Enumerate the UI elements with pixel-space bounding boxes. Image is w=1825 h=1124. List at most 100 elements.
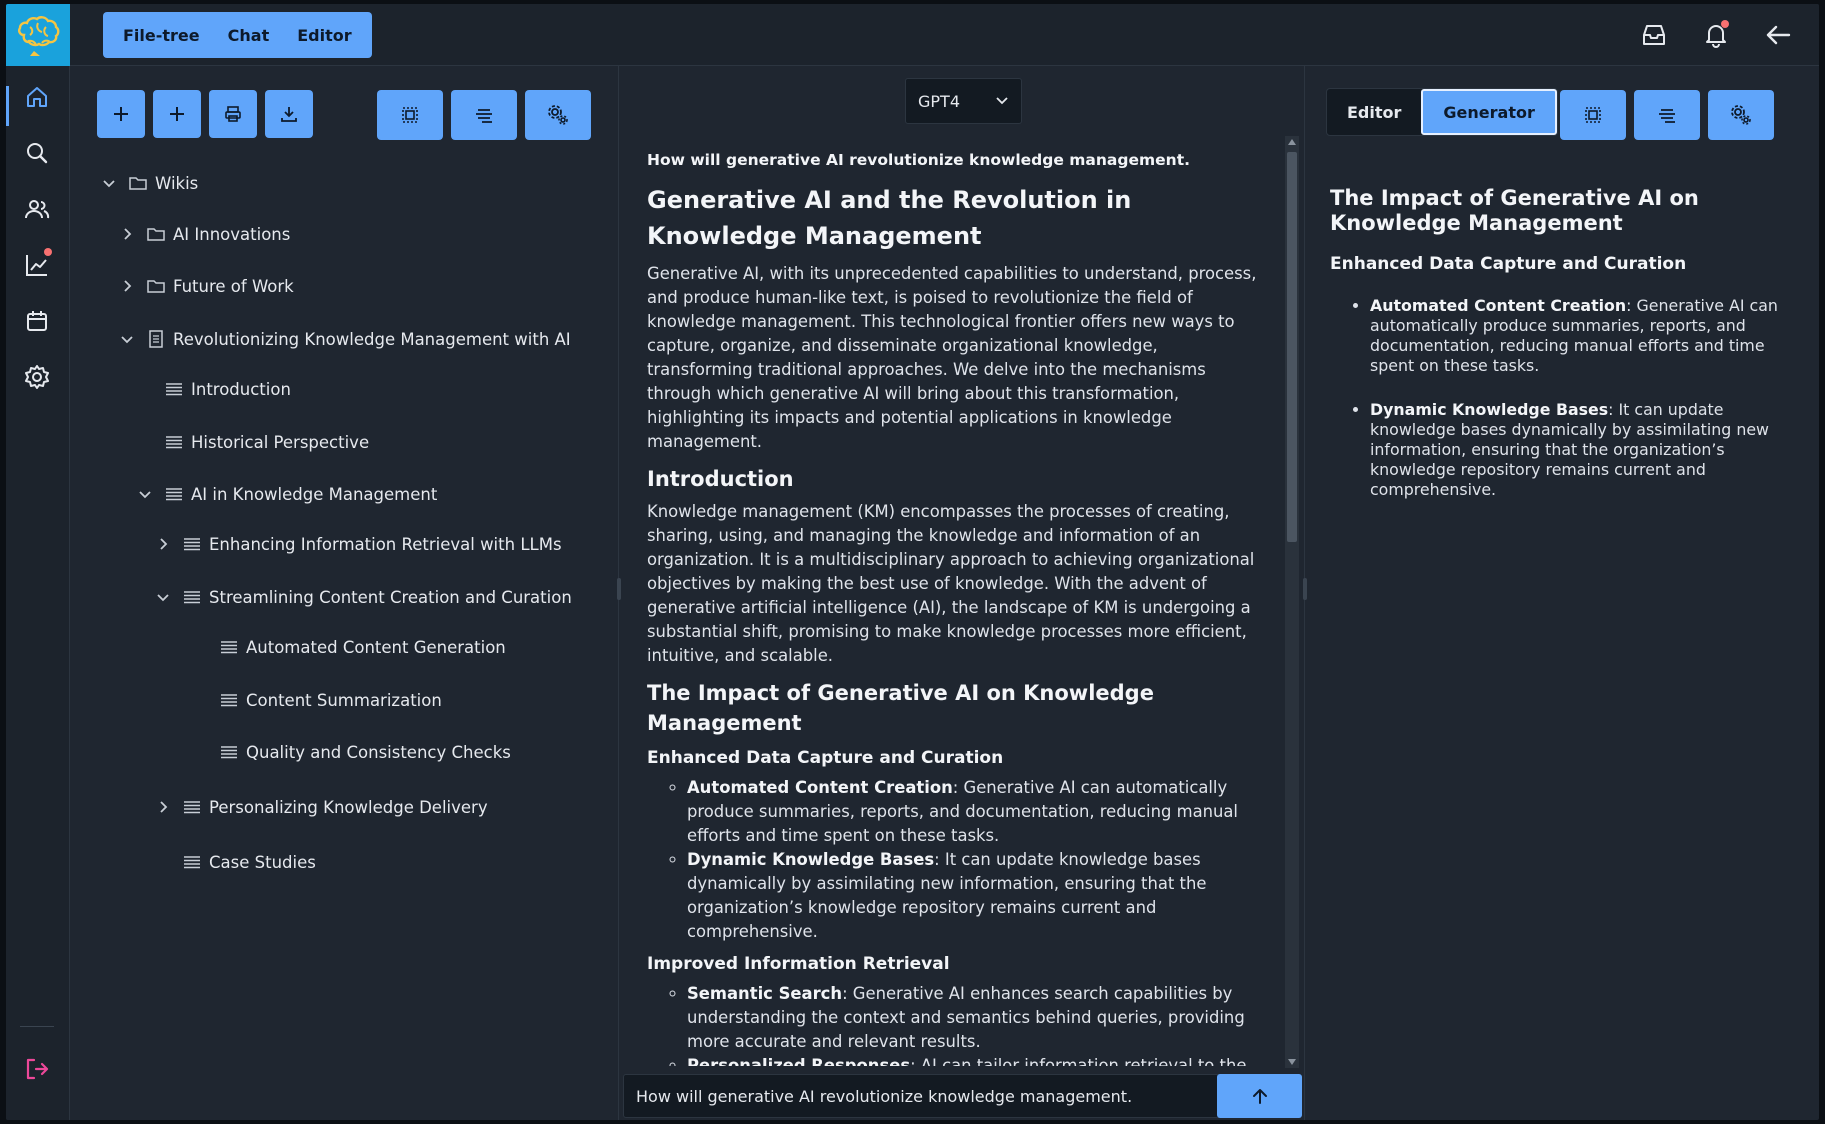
select-all-button[interactable] (1560, 90, 1626, 140)
tree-node-label: Enhancing Information Retrieval with LLM… (209, 534, 562, 554)
text-lines-icon (165, 433, 183, 451)
tree-node-label: Content Summarization (246, 690, 442, 710)
scroll-up-arrow-icon[interactable] (1288, 139, 1296, 145)
response-title: Generative AI and the Revolution in Know… (647, 186, 1132, 250)
tab-editor[interactable]: Editor (283, 26, 365, 45)
add-child-button[interactable] (153, 90, 201, 138)
top-nav-tabs: File-tree Chat Editor (103, 12, 372, 58)
scrollbar-thumb[interactable] (1287, 152, 1297, 542)
select-all-button[interactable] (377, 90, 443, 140)
bell-icon[interactable] (1699, 18, 1733, 52)
settings-icon[interactable] (20, 360, 54, 394)
calendar-icon[interactable] (20, 304, 54, 338)
chevron-down-icon[interactable] (137, 486, 153, 502)
tree-node-label: Streamlining Content Creation and Curati… (209, 587, 572, 607)
brain-logo-icon[interactable] (6, 4, 70, 66)
tree-node-quality-checks[interactable]: Quality and Consistency Checks (220, 737, 511, 767)
download-button[interactable] (265, 90, 313, 138)
tree-settings-button[interactable] (525, 90, 591, 140)
list-item: Semantic Search: Generative AI enhances … (687, 982, 1263, 1054)
tree-node-label: Introduction (191, 379, 291, 399)
model-select[interactable]: GPT4 (905, 78, 1022, 124)
analytics-icon[interactable] (20, 248, 54, 282)
list-item-term: Semantic Search (687, 984, 843, 1003)
tree-node-enhancing-retrieval[interactable]: Enhancing Information Retrieval with LLM… (155, 529, 562, 559)
list-item-term: Dynamic Knowledge Bases (1370, 400, 1609, 419)
tree-node-automated-content[interactable]: Automated Content Generation (220, 632, 506, 662)
align-button[interactable] (451, 90, 517, 140)
folder-icon (147, 225, 165, 243)
subsection-heading-capture: Enhanced Data Capture and Curation (647, 748, 1004, 768)
chevron-right-icon[interactable] (119, 226, 135, 242)
chat-panel: GPT4 How will generative AI revolutioniz… (620, 66, 1307, 1120)
chevron-right-icon[interactable] (155, 536, 171, 552)
rail-divider (20, 1026, 54, 1027)
users-icon[interactable] (20, 192, 54, 226)
inbox-icon[interactable] (1637, 18, 1671, 52)
folder-icon (147, 277, 165, 295)
chevron-down-icon[interactable] (101, 175, 117, 191)
home-icon[interactable] (20, 80, 54, 114)
chevron-right-icon[interactable] (155, 799, 171, 815)
tree-node-introduction[interactable]: Introduction (165, 374, 291, 404)
chevron-down-icon[interactable] (155, 589, 171, 605)
text-lines-icon (165, 380, 183, 398)
add-button[interactable] (97, 90, 145, 138)
text-lines-icon (183, 535, 201, 553)
tree-node-wikis[interactable]: Wikis (101, 168, 198, 198)
scroll-down-arrow-icon[interactable] (1288, 1059, 1296, 1065)
model-select-value: GPT4 (918, 91, 960, 111)
capture-list: Automated Content Creation: Generative A… (647, 776, 1263, 944)
search-icon[interactable] (20, 136, 54, 170)
response-paragraph: Generative AI, with its unprecedented ca… (647, 264, 1257, 451)
tree-node-ai-in-km[interactable]: AI in Knowledge Management (137, 479, 437, 509)
tree-node-case-studies[interactable]: Case Studies (183, 847, 316, 877)
tree-node-revolutionizing-km[interactable]: Revolutionizing Knowledge Management wit… (119, 324, 571, 354)
document-icon (147, 330, 165, 348)
print-button[interactable] (209, 90, 257, 138)
chat-input[interactable]: How will generative AI revolutionize kno… (623, 1074, 1220, 1118)
tree-node-label: Personalizing Knowledge Delivery (209, 797, 488, 817)
tree-node-future-of-work[interactable]: Future of Work (119, 271, 294, 301)
chevron-down-icon (995, 92, 1009, 111)
generated-list: Automated Content Creation: Generative A… (1330, 296, 1800, 500)
arrow-up-icon (1252, 1089, 1267, 1104)
tree-node-label: Future of Work (173, 276, 294, 296)
editor-mode-button[interactable]: Editor (1327, 89, 1421, 135)
tree-node-label: Wikis (155, 173, 199, 193)
back-arrow-icon[interactable] (1761, 18, 1795, 52)
left-rail (6, 66, 70, 1120)
app-window: File-tree Chat Editor Wikis AI Innovatio… (6, 4, 1819, 1120)
text-lines-icon (183, 853, 201, 871)
text-lines-icon (220, 743, 238, 761)
chevron-down-icon[interactable] (119, 331, 135, 347)
align-button[interactable] (1634, 90, 1700, 140)
analytics-notification-dot (44, 248, 52, 256)
list-item: Dynamic Knowledge Bases: It can update k… (687, 848, 1263, 944)
tree-node-ai-innovations[interactable]: AI Innovations (119, 219, 290, 249)
generated-title: The Impact of Generative AI on Knowledge… (1330, 186, 1699, 235)
logout-icon[interactable] (20, 1052, 54, 1086)
retrieval-list: Semantic Search: Generative AI enhances … (647, 982, 1263, 1066)
text-lines-icon (183, 588, 201, 606)
chat-scrollbar[interactable] (1285, 136, 1299, 1068)
editor-settings-button[interactable] (1708, 90, 1774, 140)
chat-input-value: How will generative AI revolutionize kno… (636, 1086, 1133, 1106)
tree-node-streamlining-content[interactable]: Streamlining Content Creation and Curati… (155, 582, 572, 612)
chevron-right-icon[interactable] (119, 278, 135, 294)
generator-content: The Impact of Generative AI on Knowledge… (1330, 186, 1800, 524)
send-button[interactable] (1217, 1074, 1302, 1118)
list-item: Automated Content Creation: Generative A… (1370, 296, 1800, 376)
chat-messages: How will generative AI revolutionize kno… (620, 136, 1290, 1066)
tree-node-historical-perspective[interactable]: Historical Perspective (165, 427, 369, 457)
tree-node-content-summarization[interactable]: Content Summarization (220, 685, 442, 715)
user-question: How will generative AI revolutionize kno… (647, 151, 1190, 169)
generator-mode-button[interactable]: Generator (1421, 89, 1557, 135)
list-item-term: Automated Content Creation (1370, 296, 1627, 315)
list-item: Personalized Responses: AI can tailor in… (687, 1054, 1263, 1066)
tab-chat[interactable]: Chat (214, 26, 284, 45)
tree-node-label: Quality and Consistency Checks (246, 742, 511, 762)
generated-subtitle: Enhanced Data Capture and Curation (1330, 254, 1687, 274)
tree-node-personalizing-delivery[interactable]: Personalizing Knowledge Delivery (155, 792, 488, 822)
tab-file-tree[interactable]: File-tree (109, 26, 214, 45)
